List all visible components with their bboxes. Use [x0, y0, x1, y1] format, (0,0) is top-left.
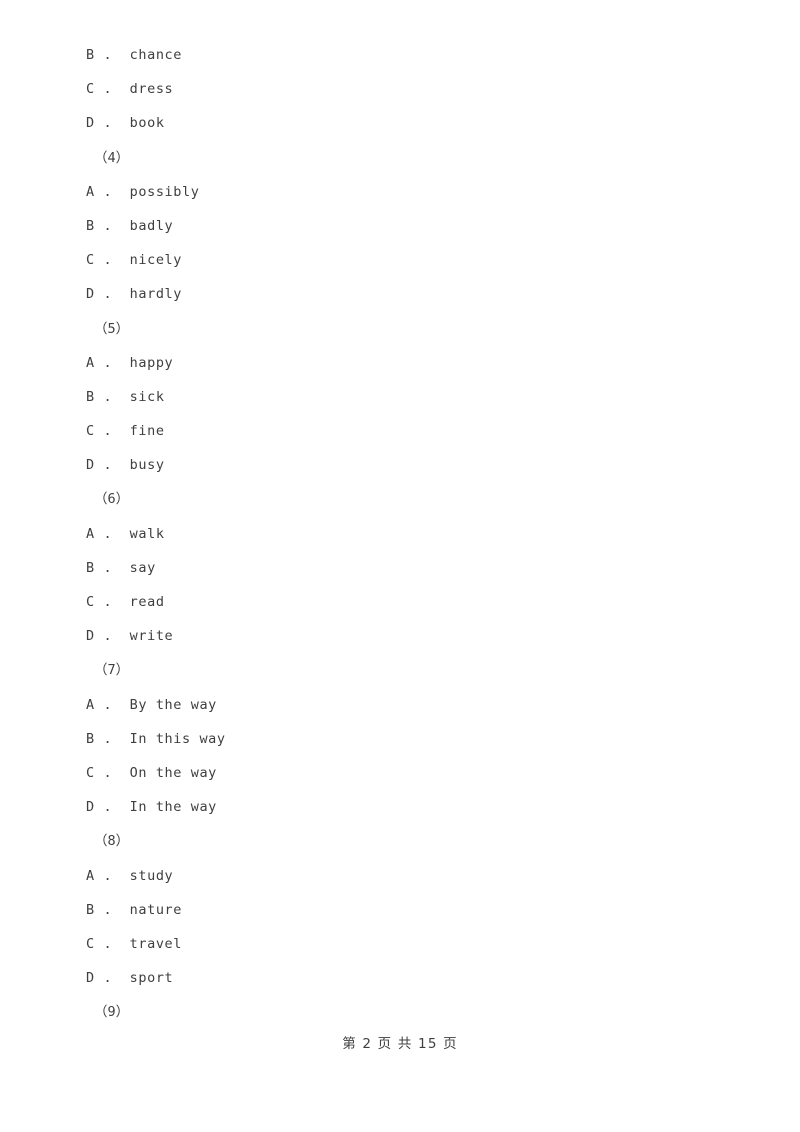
option-item[interactable]: D . sport [86, 961, 726, 995]
question-number: （8） [94, 833, 130, 850]
document-page: B . chance C . dress D . book （4） A . po… [0, 0, 800, 1132]
option-item[interactable]: A . possibly [86, 175, 726, 209]
option-item[interactable]: C . read [86, 585, 726, 619]
question-options-list: B . chance C . dress D . book （4） A . po… [86, 38, 726, 1029]
option-item[interactable]: A . happy [86, 346, 726, 380]
question-number: （5） [94, 320, 130, 337]
question-number: （6） [94, 491, 130, 508]
option-item[interactable]: D . busy [86, 448, 726, 482]
option-item[interactable]: B . nature [86, 893, 726, 927]
option-item[interactable]: A . walk [86, 517, 726, 551]
option-item[interactable]: C . dress [86, 72, 726, 106]
option-item[interactable]: D . book [86, 106, 726, 140]
option-item[interactable]: B . In this way [86, 722, 726, 756]
question-number: （7） [94, 662, 130, 679]
option-item[interactable]: C . nicely [86, 243, 726, 277]
option-item[interactable]: C . travel [86, 927, 726, 961]
option-item[interactable]: B . say [86, 551, 726, 585]
option-item[interactable]: B . badly [86, 209, 726, 243]
option-item[interactable]: B . sick [86, 380, 726, 414]
question-number: （4） [94, 149, 130, 166]
option-item[interactable]: C . On the way [86, 756, 726, 790]
option-item[interactable]: C . fine [86, 414, 726, 448]
option-item[interactable]: A . By the way [86, 688, 726, 722]
option-item[interactable]: B . chance [86, 38, 726, 72]
page-footer: 第 2 页 共 15 页 [342, 1036, 458, 1052]
option-item[interactable]: D . hardly [86, 277, 726, 311]
option-item[interactable]: A . study [86, 859, 726, 893]
question-number: （9） [94, 1004, 130, 1021]
option-item[interactable]: D . In the way [86, 790, 726, 824]
option-item[interactable]: D . write [86, 619, 726, 653]
